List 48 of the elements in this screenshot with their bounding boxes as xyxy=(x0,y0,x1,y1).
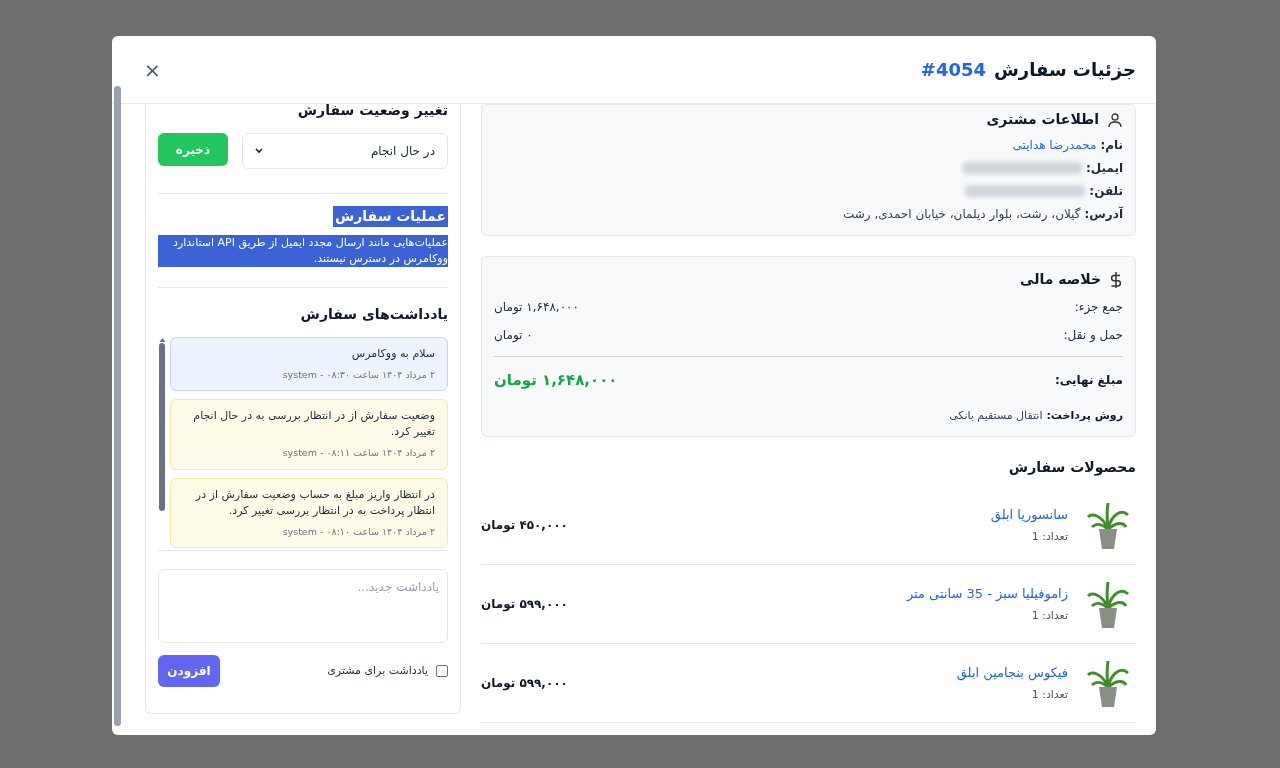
product-price: ۴۵۰,۰۰۰ تومان xyxy=(481,517,568,534)
section-title: خلاصه مالی xyxy=(1020,270,1101,289)
payment-label: روش پرداخت: xyxy=(1046,407,1123,424)
dollar-icon xyxy=(1109,270,1123,289)
order-number: #4054 xyxy=(920,58,986,82)
note-text: سلام به ووکامرس xyxy=(350,346,435,362)
field-value: گیلان، رشت، بلوار دیلمان، خیابان احمدی, رشت xyxy=(842,206,1081,223)
section-title: یادداشت‌های سفارش xyxy=(299,305,448,324)
status-dropdown[interactable]: در حال انجام xyxy=(242,133,448,169)
section-title: تغییر وضعیت سفارش xyxy=(296,104,448,121)
total-amount: ۱,۶۴۸,۰۰۰ تومان xyxy=(494,370,618,391)
note-meta: ۲ مرداد ۱۴۰۴ ساعت ۰۸:۱۱ - system xyxy=(281,446,435,461)
dialog-title: جزئیات سفارش xyxy=(994,58,1136,83)
scroll-up-arrow-icon[interactable] xyxy=(158,337,166,343)
note-text: وضعیت سفارش از در انتظار بررسی به در حال انجام تغییر کرد. xyxy=(192,408,435,441)
checkbox-label: یادداشت برای مشتری xyxy=(327,662,428,679)
field-label: ایمیل: xyxy=(1085,160,1123,177)
product-name-link[interactable]: سانسوریا ابلق xyxy=(990,505,1068,525)
field-label: آدرس: xyxy=(1084,205,1123,223)
field-label: نام: xyxy=(1100,137,1123,154)
quantity-text: تعداد: 1 xyxy=(1030,528,1068,545)
product-name-link[interactable]: فیکوس بنجامین ابلق xyxy=(956,663,1068,683)
section-title: محصولات سفارش xyxy=(1007,458,1136,478)
finance-value: ۱,۶۴۸,۰۰۰ تومان xyxy=(494,299,579,316)
chevron-down-icon xyxy=(255,148,263,154)
customer-name-link[interactable]: محمدرضا هدایتی xyxy=(1012,136,1097,154)
finance-label: جمع جزء: xyxy=(1074,299,1123,316)
note-meta: ۲ مرداد ۱۴۰۴ ساعت ۰۸:۱۰ - system xyxy=(281,524,435,539)
field-label: تلفن: xyxy=(1089,183,1123,200)
finance-label: حمل و نقل: xyxy=(1063,327,1123,344)
finance-value: ۰ تومان xyxy=(494,327,533,344)
close-button[interactable]: × xyxy=(144,59,161,80)
product-price: ۵۹۹,۰۰۰ تومان xyxy=(481,596,568,613)
quantity-text: تعداد: 1 xyxy=(1030,607,1068,624)
info-text: عملیات‌هایی مانند ارسال مجدد ایمیل از طریق API استاندارد ووکامرس در دسترس نیستند. xyxy=(158,235,448,267)
add-button[interactable]: افزودن xyxy=(158,655,220,687)
note-text: در انتظار واریز مبلغ به حساب وضعیت سفارش از در انتظار پرداخت به در انتظار بررسی تغییر کرد. xyxy=(194,486,435,519)
section-title: عملیات سفارش xyxy=(332,206,448,227)
quantity-text: تعداد: 1 xyxy=(1030,686,1068,703)
product-name-link[interactable]: زاموفیلیا سبز - 35 سانتی متر xyxy=(906,584,1068,604)
section-title: اطلاعات مشتری xyxy=(986,110,1099,130)
checkbox[interactable] xyxy=(436,665,448,677)
note-meta: ۲ مرداد ۱۴۰۴ ساعت ۰۸:۳۰ - system xyxy=(281,368,435,382)
note-input-field[interactable]: یادداشت جدید... xyxy=(158,569,448,643)
total-label: مبلغ نهایی: xyxy=(1055,372,1123,390)
product-price: ۵۹۹,۰۰۰ تومان xyxy=(481,675,568,692)
user-icon xyxy=(1107,111,1123,128)
payment-method: انتقال مستقیم بانکی xyxy=(949,407,1043,424)
